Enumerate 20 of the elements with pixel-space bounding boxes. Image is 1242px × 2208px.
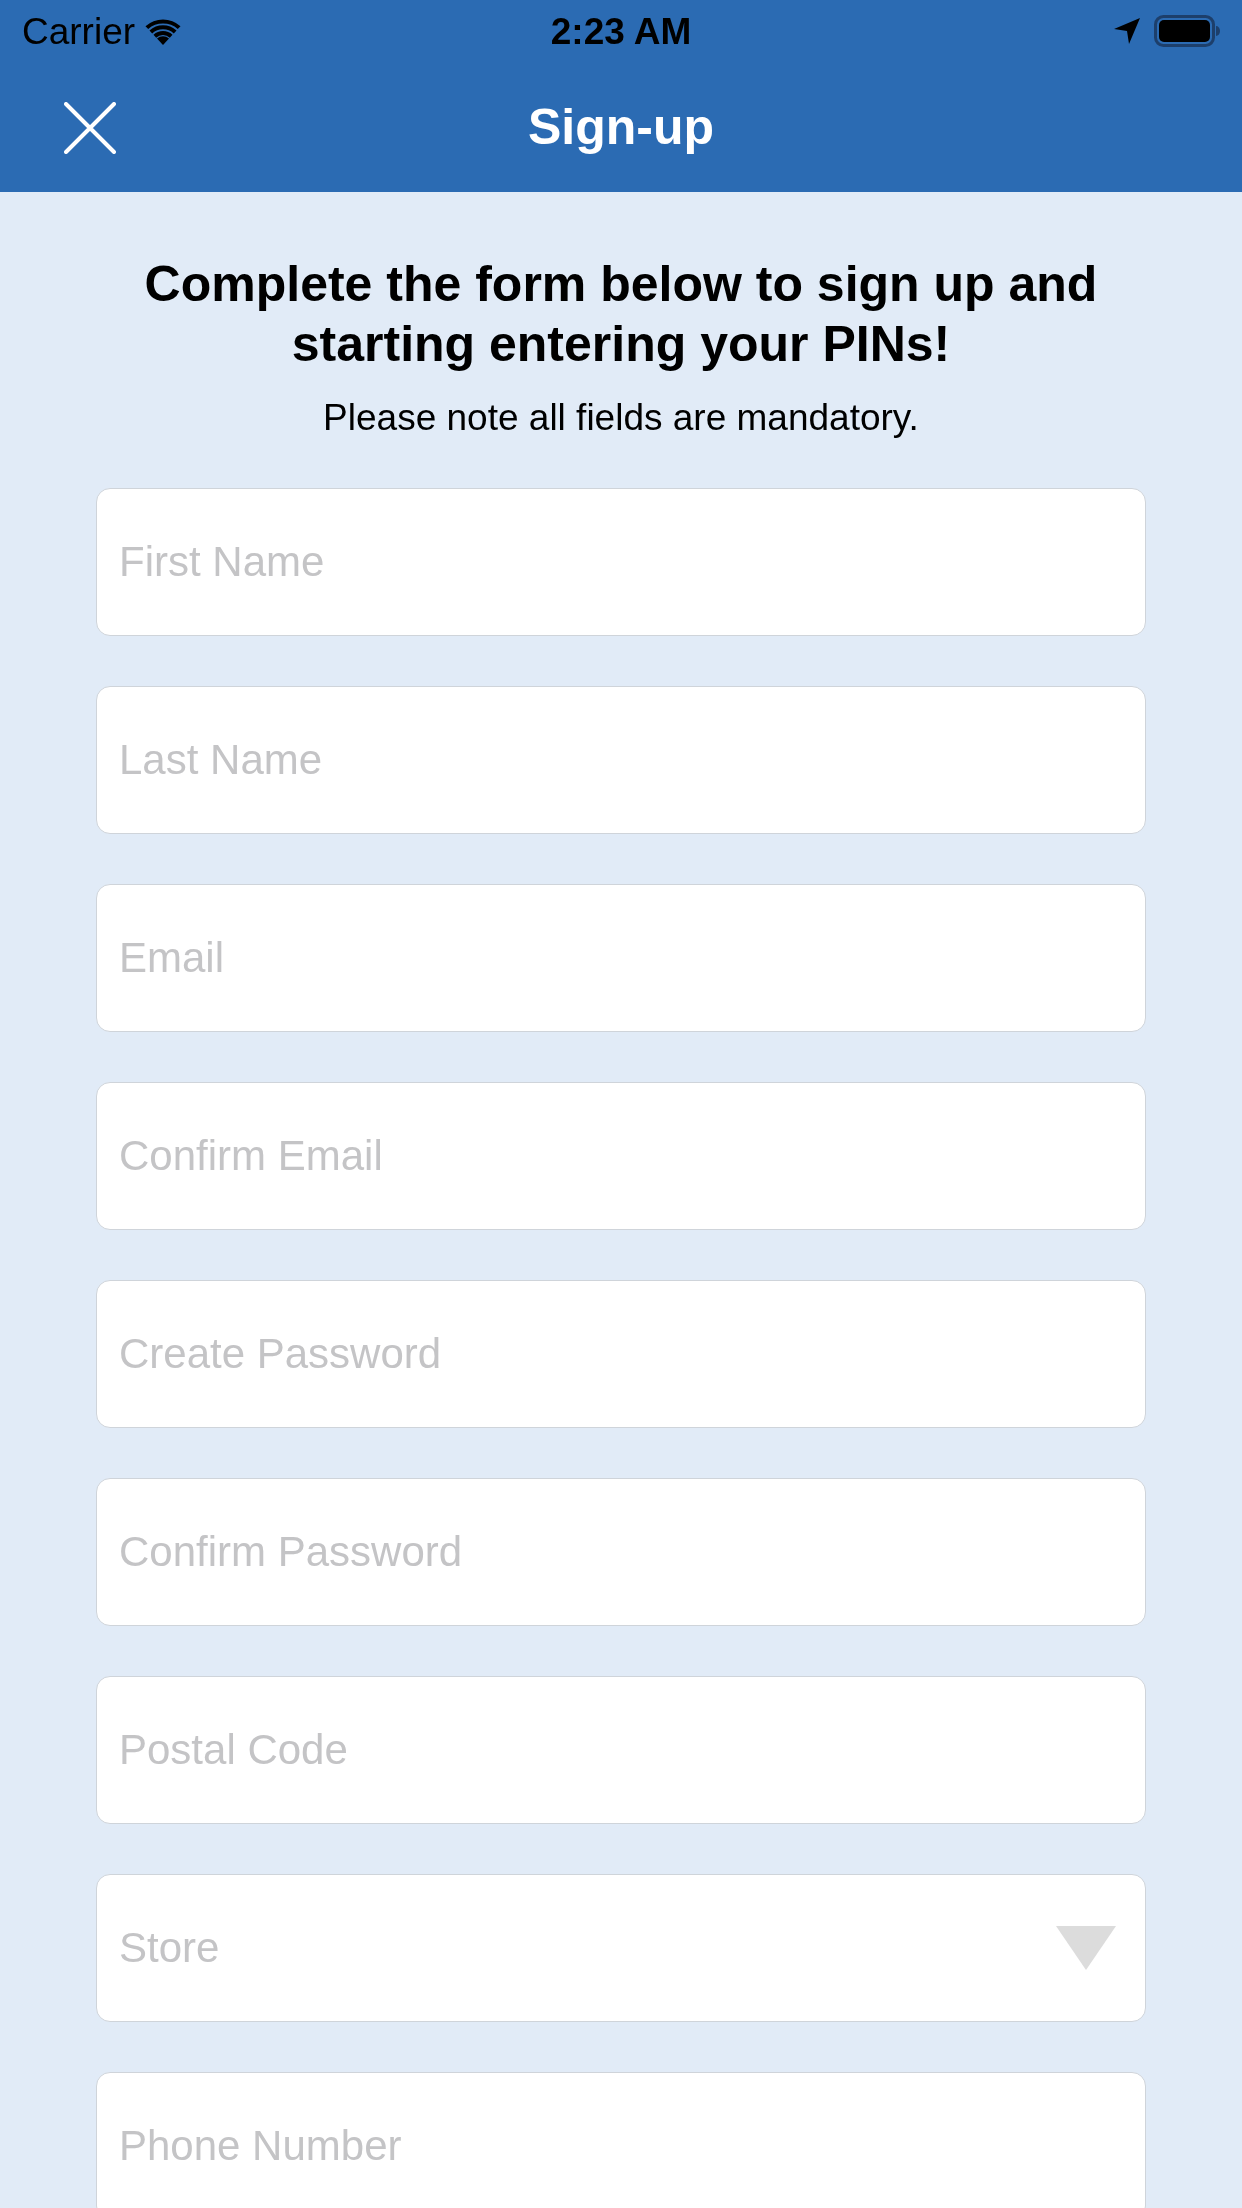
close-icon — [64, 102, 116, 154]
dropdown-field[interactable]: Store — [96, 1874, 1146, 2022]
carrier-label: Carrier — [22, 12, 136, 50]
input-field[interactable]: Confirm Email — [96, 1082, 1146, 1230]
input-field[interactable]: First Name — [96, 488, 1146, 636]
caret-icon — [1056, 1926, 1116, 1970]
location-arrow-icon — [1114, 18, 1140, 44]
screen-title: Sign-up — [527, 102, 715, 152]
clock-time: 2:23 AM — [550, 12, 692, 50]
close-button[interactable] — [62, 100, 118, 156]
battery-icon — [1154, 15, 1220, 47]
mandatory-note: Please note all fields are mandatory. — [323, 396, 919, 440]
input-field[interactable]: Create Password — [96, 1280, 1146, 1428]
wifi-icon — [145, 17, 182, 45]
input-field[interactable]: Postal Code — [96, 1676, 1146, 1824]
form-heading: Complete the form below to sign up and starting entering your PINs! — [143, 255, 1099, 374]
input-field[interactable]: Confirm Password — [96, 1478, 1146, 1626]
input-field[interactable]: Phone Number — [96, 2072, 1146, 2208]
input-field[interactable]: Email — [96, 884, 1146, 1032]
input-field[interactable]: Last Name — [96, 686, 1146, 834]
